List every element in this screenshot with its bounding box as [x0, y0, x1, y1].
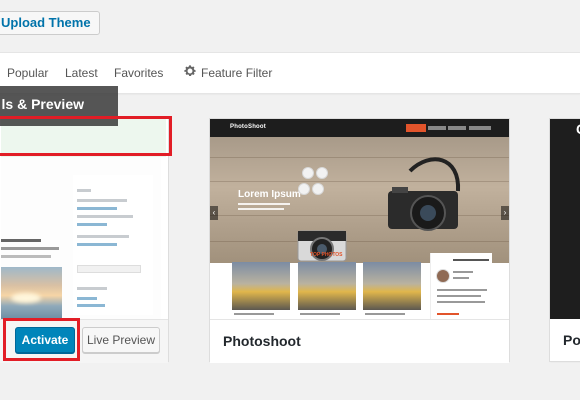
screenshot-photo-thumb	[363, 262, 421, 310]
details-preview-label[interactable]: ls & Preview	[0, 96, 118, 112]
filter-popular-link[interactable]: Popular	[7, 65, 48, 81]
theme-screenshot[interactable]: PhotoShoot Lorem Ipsum ‹ › TOP PHOTOS	[210, 119, 509, 319]
slider-next-arrow: ›	[501, 206, 509, 220]
screenshot-hero-title: Lorem Ipsum	[238, 189, 301, 200]
screenshot-header: PhotoShoot	[210, 119, 509, 137]
filter-favorites-link[interactable]: Favorites	[114, 65, 163, 81]
camera-image	[388, 157, 461, 231]
theme-card-partial[interactable]: C Por	[549, 118, 580, 362]
gear-icon[interactable]	[183, 64, 197, 78]
theme-card-photoshoot[interactable]: PhotoShoot Lorem Ipsum ‹ › TOP PHOTOS Ph…	[209, 118, 510, 363]
highlight-box-notice	[0, 116, 172, 156]
filter-feature-filter-link[interactable]: Feature Filter	[201, 65, 272, 81]
theme-name: Por	[563, 332, 580, 348]
screenshot-sidebar	[430, 253, 492, 319]
upload-theme-button[interactable]: Upload Theme	[0, 11, 100, 35]
activate-button[interactable]: Activate	[15, 327, 75, 353]
theme-card-footer: Photoshoot	[210, 319, 509, 363]
screenshot-logo: PhotoShoot	[230, 124, 266, 130]
slider-prev-arrow: ‹	[210, 206, 218, 220]
live-preview-button[interactable]: Live Preview	[82, 327, 160, 353]
screenshot-section-title: TOP PHOTOS	[310, 252, 343, 258]
screenshot-sidebar	[73, 175, 153, 315]
theme-screenshot[interactable]: C	[550, 119, 580, 319]
screenshot-photo-thumb	[298, 262, 356, 310]
screenshot-letter: C	[576, 121, 580, 137]
screenshot-hero-image: Lorem Ipsum ‹ ›	[210, 137, 509, 263]
screenshot-avatar	[436, 269, 450, 283]
screenshot-photo-thumb	[232, 262, 290, 310]
theme-name: Photoshoot	[223, 333, 301, 349]
filter-latest-link[interactable]: Latest	[65, 65, 98, 81]
